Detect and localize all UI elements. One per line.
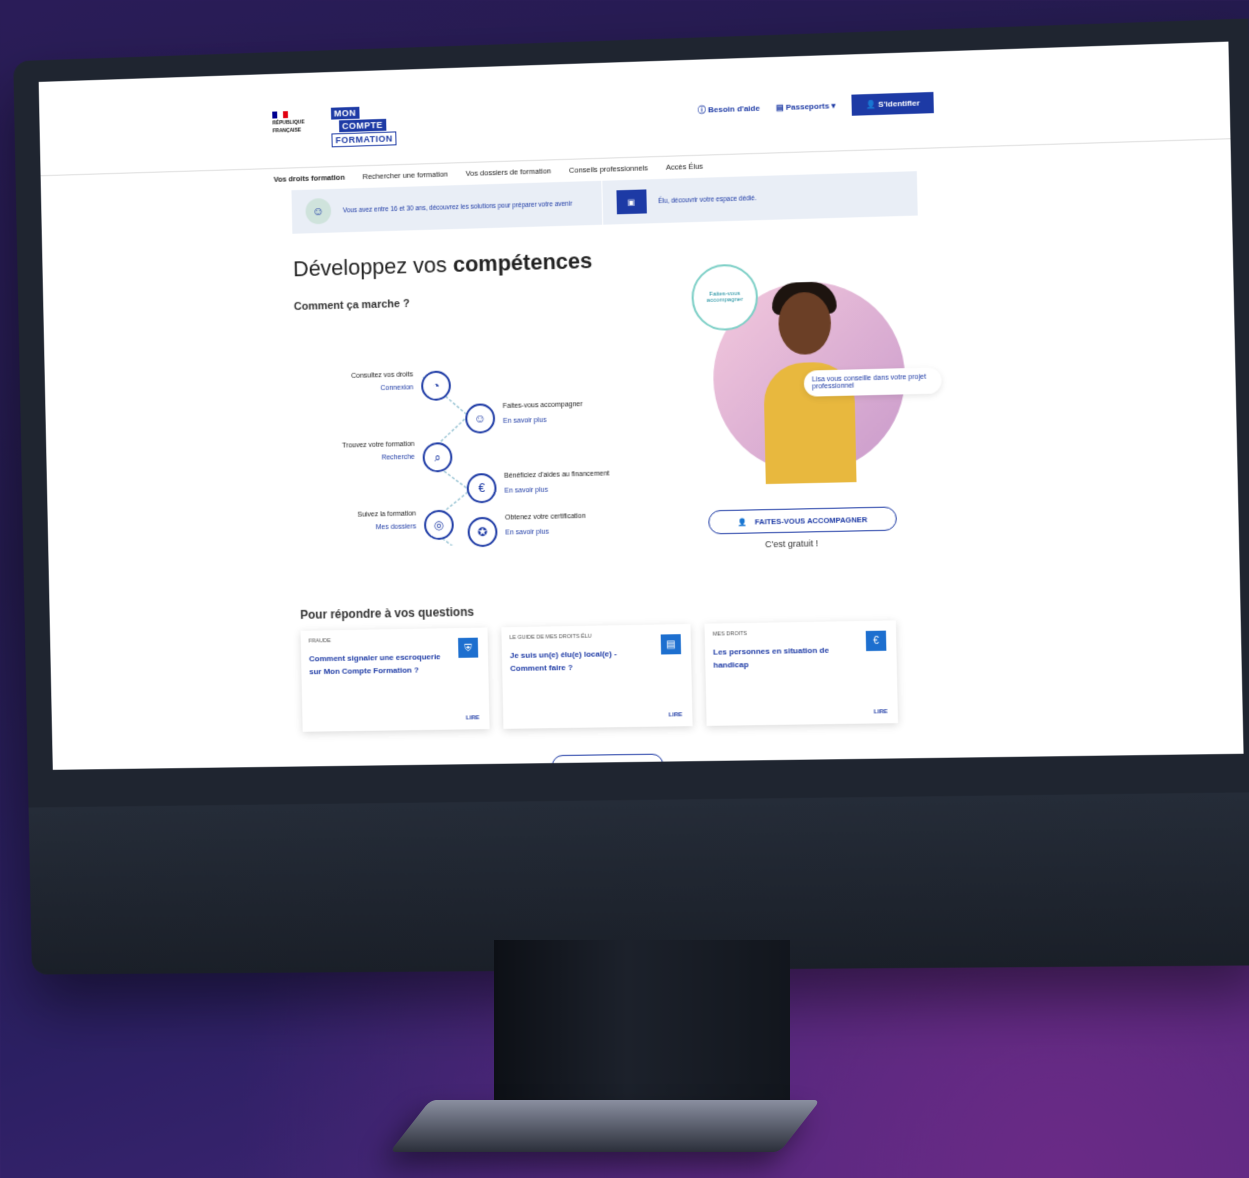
monitor: RÉPUBLIQUE FRANÇAISE MON COMPTE FORMATIO… xyxy=(13,18,1249,975)
show-help-label: AFFICHER L'AIDE xyxy=(585,761,642,770)
gov-logo: RÉPUBLIQUE FRANÇAISE xyxy=(272,110,314,163)
faq-cards: FRAUDE Comment signaler une escroquerie … xyxy=(300,620,899,732)
notice-banner: ☺ Vous avez entre 16 et 30 ans, découvre… xyxy=(291,171,918,234)
nav-item-elected[interactable]: Accès Élus xyxy=(666,162,703,172)
user-icon: 👤 xyxy=(865,99,877,110)
login-button[interactable]: 👤 S'identifier xyxy=(851,91,935,116)
free-note: C'est gratuit ! xyxy=(764,538,819,550)
accompany-button[interactable]: 👤 FAITES-VOUS ACCOMPAGNER xyxy=(708,506,898,535)
step-5: Suivez la formation Mes dossiers xyxy=(328,510,417,532)
card-category: LE GUIDE DE MES DROITS ÉLU xyxy=(509,633,592,642)
help-label: Besoin d'aide xyxy=(707,103,760,115)
brand-logo[interactable]: MON COMPTE FORMATION xyxy=(330,105,405,148)
faq-heading: Pour répondre à vos questions xyxy=(300,604,475,622)
page-title: Développez vos compétences xyxy=(293,248,593,282)
step-5-label: Suivez la formation xyxy=(357,510,417,519)
faq-card[interactable]: MES DROITS Les personnes en situation de… xyxy=(704,620,899,726)
notice-elected[interactable]: ▣ Élu, découvrir votre espace dédié. xyxy=(600,171,918,225)
screen: RÉPUBLIQUE FRANÇAISE MON COMPTE FORMATIO… xyxy=(38,41,1244,770)
brand-line1: MON xyxy=(330,106,360,120)
nav-item-search[interactable]: Rechercher une formation xyxy=(362,170,448,182)
card-title: Comment signaler une escroquerie sur Mon… xyxy=(308,652,441,677)
step-3-label: Trouvez votre formation xyxy=(342,440,415,450)
steps-diagram: Consultez vos droits Connexion ◔ Faites-… xyxy=(294,310,715,549)
help-link[interactable]: ⓘ Besoin d'aide xyxy=(698,103,760,116)
flag-icon xyxy=(272,111,289,119)
shield-icon: ⛨ xyxy=(458,637,479,658)
card-category: FRAUDE xyxy=(308,638,331,645)
elected-icon: ▣ xyxy=(615,189,647,215)
notice-youth[interactable]: ☺ Vous avez entre 16 et 30 ans, découvre… xyxy=(291,181,601,234)
chevron-down-icon: ▾ xyxy=(831,101,836,111)
title-light: Développez vos xyxy=(292,251,454,282)
brand-line3: FORMATION xyxy=(331,131,397,148)
howto-heading: Comment ça marche ? xyxy=(293,297,410,313)
card-read-link[interactable]: LIRE xyxy=(874,709,888,715)
user-icon: 👤 xyxy=(737,517,747,527)
step-1-label: Consultez vos droits xyxy=(351,371,414,380)
hero-visual: Faites-vous accompagner Lisa vous consei… xyxy=(690,249,942,515)
monitor-base xyxy=(389,1100,821,1152)
faq-card[interactable]: FRAUDE Comment signaler une escroquerie … xyxy=(300,627,490,732)
gov-line2: FRANÇAISE xyxy=(272,127,302,135)
step-4: Bénéficiez d'aides au financement En sav… xyxy=(504,470,610,494)
advisor-bubble: Lisa vous conseille dans votre projet pr… xyxy=(803,367,942,397)
passports-menu[interactable]: ▤ Passeports ▾ xyxy=(776,101,836,112)
nav-item-files[interactable]: Vos dossiers de formation xyxy=(466,166,552,178)
gov-line1: RÉPUBLIQUE xyxy=(272,119,305,127)
step-2: Faites-vous accompagner En savoir plus xyxy=(503,401,583,425)
step-6-label: Obtenez votre certification xyxy=(504,512,586,522)
passports-label: Passeports xyxy=(785,101,830,112)
help-icon: ⓘ xyxy=(697,105,706,115)
monitor-stand xyxy=(494,940,790,1108)
step-6: Obtenez votre certification En savoir pl… xyxy=(505,513,586,537)
notice-youth-text: Vous avez entre 16 et 30 ans, découvrez … xyxy=(342,200,573,214)
step-3: Trouvez votre formation Recherche xyxy=(316,441,415,463)
guide-icon: ▤ xyxy=(660,634,682,655)
arrow-right-icon: ➜ xyxy=(574,762,580,770)
accompany-label: FAITES-VOUS ACCOMPAGNER xyxy=(754,514,868,526)
nav-item-rights[interactable]: Vos droits formation xyxy=(274,173,345,184)
top-links: ⓘ Besoin d'aide ▤ Passeports ▾ 👤 S'ident… xyxy=(698,91,935,121)
card-read-link[interactable]: LIRE xyxy=(466,715,480,721)
card-category: MES DROITS xyxy=(712,630,748,638)
faq-card[interactable]: LE GUIDE DE MES DROITS ÉLU Je suis un(e)… xyxy=(501,623,693,729)
youth-icon: ☺ xyxy=(305,197,332,225)
header: RÉPUBLIQUE FRANÇAISE MON COMPTE FORMATIO… xyxy=(38,41,1231,177)
step-4-label: Bénéficiez d'aides au financement xyxy=(504,470,610,480)
card-title: Je suis un(e) élu(e) local(e) - Comment … xyxy=(509,649,617,673)
title-bold: compétences xyxy=(452,248,593,277)
card-title: Les personnes en situation de handicap xyxy=(712,645,829,670)
card-read-link[interactable]: LIRE xyxy=(669,712,683,718)
nav-item-advice[interactable]: Conseils professionnels xyxy=(569,163,648,174)
step-2-label: Faites-vous accompagner xyxy=(502,401,583,411)
passport-icon: ▤ xyxy=(775,102,784,113)
brand-line2: COMPTE xyxy=(339,118,386,133)
euro-icon: € xyxy=(865,630,887,652)
login-label: S'identifier xyxy=(878,98,920,109)
step-1: Consultez vos droits Connexion xyxy=(325,371,414,393)
show-help-button[interactable]: ➜ AFFICHER L'AIDE xyxy=(551,753,664,770)
notice-elected-text: Élu, découvrir votre espace dédié. xyxy=(658,194,757,205)
